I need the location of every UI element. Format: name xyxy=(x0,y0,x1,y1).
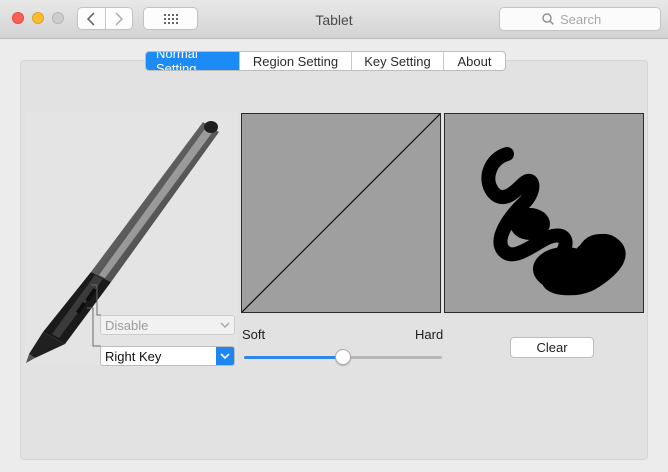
drawing-test-area[interactable] xyxy=(444,113,644,313)
pressure-slider-fill xyxy=(244,356,343,359)
tab-bar: Normal Setting Region Setting Key Settin… xyxy=(145,51,506,71)
lower-key-value: Right Key xyxy=(105,348,162,364)
chevron-down-icon xyxy=(216,347,234,365)
tab-normal-setting[interactable]: Normal Setting xyxy=(146,52,239,70)
search-placeholder: Search xyxy=(560,11,602,27)
pressure-curve-line xyxy=(241,113,441,313)
scribble-stroke xyxy=(481,147,626,296)
tablet-window: Tablet Search Normal Setting Region Sett… xyxy=(0,0,668,472)
hard-label: Hard xyxy=(415,327,444,342)
chevron-down-icon xyxy=(216,316,234,334)
pressure-slider-thumb[interactable] xyxy=(335,349,351,365)
lower-key-select[interactable]: Right Key xyxy=(100,346,235,366)
upper-key-select[interactable]: Disable xyxy=(100,315,235,335)
tab-key-setting[interactable]: Key Setting xyxy=(351,52,443,70)
pressure-slider[interactable] xyxy=(244,349,442,365)
title-bar: Tablet Search xyxy=(0,0,668,39)
search-field[interactable]: Search xyxy=(499,7,661,31)
tab-about[interactable]: About xyxy=(443,52,505,70)
upper-key-value: Disable xyxy=(105,317,149,333)
search-icon xyxy=(542,13,554,25)
soft-label: Soft xyxy=(242,327,266,342)
clear-button[interactable]: Clear xyxy=(510,337,594,358)
tab-region-setting[interactable]: Region Setting xyxy=(239,52,351,70)
pressure-curve-graph xyxy=(241,113,441,313)
